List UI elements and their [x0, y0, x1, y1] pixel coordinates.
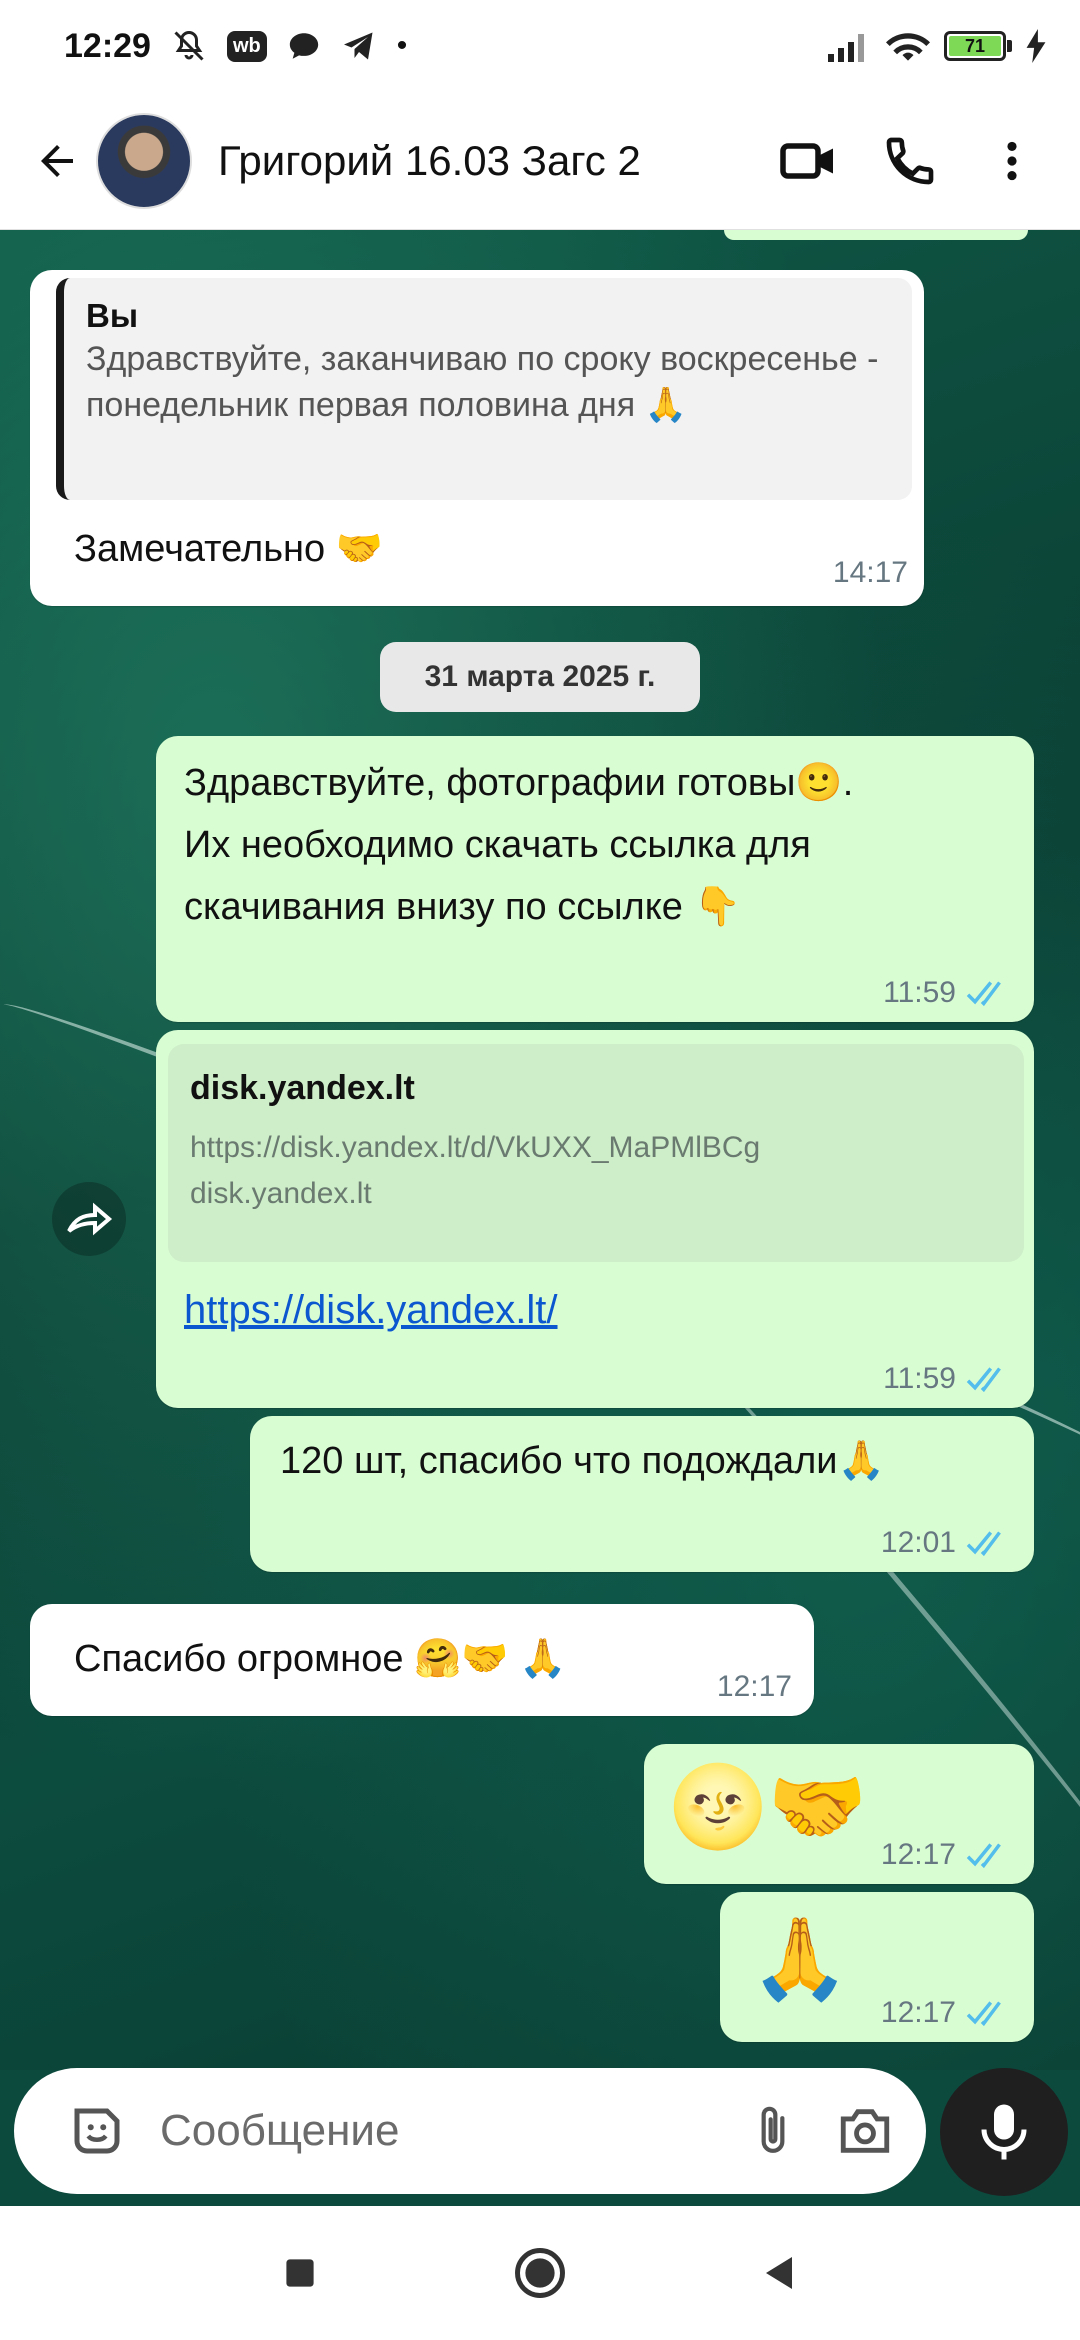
message-text-line: Их необходимо скачать ссылка для: [184, 824, 811, 866]
forward-button[interactable]: [52, 1182, 126, 1256]
read-ticks-icon: [966, 1365, 1012, 1393]
phone-icon: [886, 137, 934, 184]
message-time: 11:59: [883, 976, 956, 1009]
home-button[interactable]: [510, 2243, 570, 2303]
mute-notification-icon: [171, 28, 207, 64]
read-ticks-icon: [966, 979, 1012, 1007]
message-text-line: скачивания внизу по ссылке 👇: [184, 886, 741, 928]
camera-button[interactable]: [830, 2096, 900, 2166]
quote-author: Вы: [86, 297, 139, 334]
message-text: 120 шт, спасибо что подождали🙏: [280, 1440, 885, 1482]
previous-message-edge: [724, 230, 1028, 240]
message-emoji: 🌝🤝: [668, 1762, 868, 1851]
chat-header: Григорий 16.03 Загс 2: [0, 92, 1080, 230]
attach-button[interactable]: [738, 2096, 808, 2166]
date-separator: 31 марта 2025 г.: [380, 642, 700, 712]
wifi-icon: [886, 29, 930, 63]
arrow-left-icon: [41, 144, 73, 177]
chat-bubble-icon: [287, 29, 321, 63]
microphone-button[interactable]: [940, 2068, 1068, 2196]
link-preview-url: https://disk.yandex.lt/d/VkUXX_MaPMlBCg: [190, 1131, 761, 1164]
link-preview-domain: disk.yandex.lt: [190, 1177, 372, 1210]
signal-icon: [828, 30, 872, 62]
message-input[interactable]: Сообщение: [160, 2106, 716, 2156]
message-meta: 14:17: [833, 556, 908, 590]
message-meta: 11:59: [883, 976, 1012, 1010]
charging-icon: [1026, 29, 1046, 63]
message-meta: 11:59: [883, 1362, 1012, 1396]
more-options-button[interactable]: [970, 119, 1054, 203]
message-outgoing-4[interactable]: 🙏 12:17: [720, 1892, 1034, 2042]
message-outgoing-2[interactable]: 120 шт, спасибо что подождали🙏 12:01: [250, 1416, 1034, 1572]
status-dot: •: [396, 29, 408, 62]
message-time: 14:17: [832, 556, 908, 589]
quote-text: Здравствуйте, заканчиваю по сроку воскре…: [86, 340, 879, 424]
message-text: Замечательно 🤝: [74, 528, 383, 570]
status-time: 12:29: [64, 26, 151, 65]
message-link[interactable]: https://disk.yandex.lt/: [184, 1280, 558, 1340]
video-camera-icon: [780, 142, 833, 179]
back-button[interactable]: [26, 130, 88, 192]
link-preview-title: disk.yandex.lt: [190, 1069, 415, 1107]
voice-call-button[interactable]: [868, 119, 952, 203]
message-meta: 12:01: [881, 1526, 1012, 1560]
quoted-message[interactable]: Вы Здравствуйте, заканчиваю по сроку вос…: [56, 278, 912, 500]
telegram-icon: [341, 28, 377, 64]
avatar[interactable]: [96, 112, 192, 209]
home-circle-icon: [515, 2248, 565, 2298]
message-time: 11:59: [883, 1362, 956, 1395]
message-meta: 12:17: [881, 1838, 1012, 1872]
message-time: 12:17: [716, 1670, 792, 1703]
message-meta: 12:17: [881, 1996, 1012, 2030]
paperclip-icon: [761, 2106, 785, 2153]
battery-icon: 71: [944, 31, 1012, 61]
microphone-icon: [981, 2104, 1027, 2160]
message-time: 12:01: [880, 1526, 956, 1559]
forward-icon: [67, 1202, 113, 1236]
wb-app-icon: wb: [226, 30, 267, 62]
sticker-icon: [74, 2108, 120, 2154]
system-navigation-bar: [0, 2206, 1080, 2340]
camera-icon: [840, 2109, 890, 2153]
message-outgoing-3[interactable]: 🌝🤝 12:17: [644, 1744, 1034, 1884]
message-time: 12:17: [880, 1996, 956, 2029]
read-ticks-icon: [966, 1999, 1012, 2027]
video-call-button[interactable]: [766, 119, 850, 203]
message-incoming-2[interactable]: Спасибо огромное 🤗🤝 🙏 12:17: [30, 1604, 814, 1716]
battery-level: 71: [949, 36, 1001, 56]
message-text-line: Здравствуйте, фотографии готовы🙂.: [184, 762, 854, 804]
recents-button[interactable]: [270, 2243, 330, 2303]
back-nav-button[interactable]: [750, 2243, 810, 2303]
link-preview-card[interactable]: disk.yandex.lt https://disk.yandex.lt/d/…: [168, 1044, 1024, 1262]
square-icon: [286, 2259, 314, 2287]
message-text: Спасибо огромное 🤗🤝 🙏: [74, 1638, 567, 1680]
more-vertical-icon: [1007, 141, 1017, 180]
status-bar: 12:29 wb • 71: [0, 0, 1080, 92]
message-input-bar[interactable]: Сообщение: [14, 2068, 926, 2194]
message-outgoing-1[interactable]: Здравствуйте, фотографии готовы🙂. Их нео…: [156, 736, 1034, 1022]
sticker-button[interactable]: [62, 2096, 132, 2166]
read-ticks-icon: [966, 1529, 1012, 1557]
message-emoji: 🙏: [750, 1914, 850, 2003]
contact-name[interactable]: Григорий 16.03 Загс 2: [218, 137, 748, 185]
triangle-back-icon: [766, 2257, 792, 2289]
message-time: 12:17: [880, 1838, 956, 1871]
read-ticks-icon: [966, 1841, 1012, 1869]
message-meta: 12:17: [717, 1670, 792, 1704]
